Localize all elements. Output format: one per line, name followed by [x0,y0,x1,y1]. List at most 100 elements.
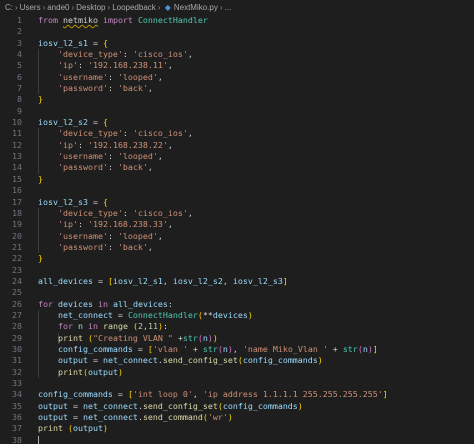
code-line[interactable]: 6 'username': 'looped', [0,71,474,84]
code-line[interactable]: 14 'password': 'back', [0,162,474,174]
code-text: } [38,94,43,105]
code-editor[interactable]: C: › Users › ande0 › Desktop › Loopedback › ◆ Next… [0,0,474,444]
code-token: { [102,37,108,48]
code-token: 'password' [57,162,108,173]
code-token: : [107,230,118,241]
code-line[interactable]: 27 net_connect = ConnectHandler(**device… [0,309,474,322]
code-line[interactable]: 19 'ip': '192.168.238.33', [0,219,474,231]
code-token: 'name Miko_Vlan ' [242,343,328,354]
line-number: 15 [12,173,22,184]
code-line[interactable]: 16 [0,185,474,196]
breadcrumb-segment[interactable]: Desktop [76,3,105,12]
code-line[interactable]: 4 'device_type': 'cisco_ios', [0,49,474,61]
code-line[interactable]: 2 [0,26,474,37]
code-token: } [38,173,43,184]
code-token: 'password' [57,83,108,94]
code-token: 'username' [57,230,108,241]
code-line[interactable]: 9 [0,106,474,117]
code-token: 'ip' [57,139,78,150]
code-line[interactable]: 18 'device_type': 'cisco_ios', [0,207,474,220]
code-line[interactable]: 3 iosv_l2_s1 = { [0,38,474,49]
code-line[interactable]: 29 print ("Creating VLAN " +str(n)) [0,332,474,344]
code-line[interactable]: 28 for n in range (2,11): [0,321,474,333]
code-line[interactable]: 33 [0,378,474,389]
code-token: net_connect [82,412,138,423]
code-line[interactable]: 23 [0,265,474,276]
code-token: } [38,253,43,264]
code-token: 11 [147,321,158,332]
code-text: print(output) [38,367,123,378]
code-text: iosv_l2_s3 = { [38,197,108,208]
code-text: 'device_type': 'cisco_ios', [38,128,193,139]
code-line[interactable]: 11 'device_type': 'cisco_ios', [0,128,474,140]
code-token: iosv_l2_s1 [38,37,88,48]
code-line[interactable]: 36 output = net_connect.send_command('wr'… [0,412,474,423]
breadcrumb-separator-icon: › [42,3,46,12]
code-text: 'username': 'looped', [38,72,163,83]
code-line[interactable]: 15} [0,174,474,185]
code-line[interactable]: 32 print(output) [0,366,474,378]
code-line[interactable]: 31 output = net_connect.send_config_set(… [0,355,474,367]
code-token: 'back' [117,162,148,173]
code-token: '192.168.238.22' [87,139,168,150]
code-token: : [122,49,133,60]
code-token: ) [117,366,123,377]
code-line[interactable]: 26 for devices in all_devices: [0,299,474,310]
code-token: { [102,196,108,207]
code-line[interactable]: 5 'ip': '192.168.238.11', [0,60,474,72]
code-token: print [57,366,83,377]
code-line[interactable]: 21 'password': 'back', [0,241,474,254]
code-line[interactable]: 7 'password': 'back', [0,83,474,95]
code-line[interactable]: 22} [0,253,474,264]
code-line[interactable]: 37 print (output) [0,423,474,434]
code-token: : [107,71,118,82]
code-token: , [192,389,203,400]
code-token: output [38,400,68,411]
breadcrumb-segment[interactable]: C: [5,3,13,12]
breadcrumb-symbols[interactable]: ... [225,3,232,12]
code-text: iosv_l2_s2 = { [38,117,108,128]
code-line[interactable]: 30 config_commands = ['vlan ' + str(n), … [0,343,474,356]
code-line[interactable]: 35 output = net_connect.send_config_set(c… [0,401,474,412]
code-token: iosv_l2_s3 [38,196,88,207]
code-text: config_commands = ['int loop 0', 'ip add… [38,389,388,400]
breadcrumb-segment[interactable]: Loopedback [112,3,156,12]
code-text: 'password': 'back', [38,83,153,94]
code-text: } [38,253,43,264]
code-token: 'back' [117,83,148,94]
code-line[interactable]: 8} [0,94,474,105]
code-token: + [172,332,183,343]
code-line[interactable]: 10 iosv_l2_s2 = { [0,117,474,128]
code-line[interactable]: 20 'username': 'looped', [0,230,474,242]
code-token: : [107,151,118,162]
breadcrumb-separator-icon: › [71,3,75,12]
breadcrumb-segment[interactable]: ande0 [47,3,69,12]
breadcrumb-file[interactable]: NextMiko.py [174,3,218,12]
code-area[interactable]: 1 from netmiko import ConnectHandler 2 3 ios… [0,15,474,444]
code-line[interactable]: 25 [0,287,474,298]
code-line[interactable]: 24 all_devices = [iosv_l2_s1, iosv_l2_s2,… [0,276,474,287]
breadcrumb-segment[interactable]: Users [20,3,41,12]
code-text: output = net_connect.send_config_set(con… [38,355,323,366]
code-line[interactable]: 13 'username': 'looped', [0,151,474,163]
line-number: 35 [12,400,22,411]
code-line[interactable]: 34 config_commands = ['int loop 0', 'ip a… [0,389,474,400]
code-token: { [102,117,108,128]
line-number: 33 [12,378,22,388]
code-token: ] [372,343,378,354]
code-text: net_connect = ConnectHandler(**devices) [38,310,253,321]
code-token: config_commands [242,355,318,366]
code-line[interactable]: 12 'ip': '192.168.238.22', [0,139,474,152]
line-number: 27 [12,309,22,320]
code-line[interactable]: 17 iosv_l2_s3 = { [0,197,474,208]
line-number: 26 [12,298,22,309]
code-line[interactable]: 1 from netmiko import ConnectHandler [0,15,474,26]
code-line[interactable]: 38 [0,435,474,444]
code-token: ] [382,389,388,400]
